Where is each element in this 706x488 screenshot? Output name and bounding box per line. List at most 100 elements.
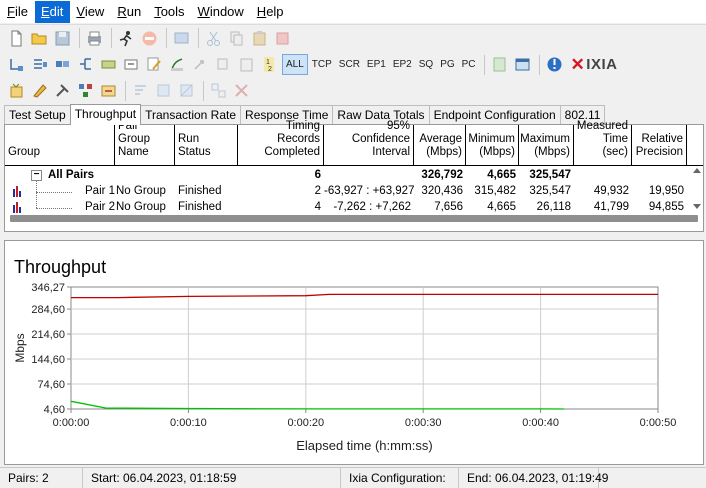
save-icon[interactable] xyxy=(52,28,73,49)
menu-view[interactable]: View xyxy=(70,1,111,23)
print-icon[interactable] xyxy=(84,28,105,49)
new-script-icon[interactable] xyxy=(6,80,27,101)
collapse-icon[interactable]: − xyxy=(31,170,42,181)
move-icon[interactable] xyxy=(190,54,211,75)
export-icon[interactable] xyxy=(489,54,510,75)
col-run-status[interactable]: Run Status xyxy=(175,125,238,166)
monitor-icon[interactable] xyxy=(171,28,192,49)
one-two-icon[interactable]: 12 xyxy=(259,54,280,75)
scroll-up-icon[interactable] xyxy=(693,168,701,173)
menu-edit[interactable]: Edit xyxy=(34,0,71,23)
edit-pair-icon[interactable] xyxy=(121,54,142,75)
menu-file[interactable]: File xyxy=(1,1,35,23)
scroll-down-icon[interactable] xyxy=(693,204,701,209)
menu-label: indow xyxy=(209,3,244,19)
col-measured-time[interactable]: Measured Time (sec) xyxy=(574,120,632,166)
network-icon[interactable] xyxy=(75,54,96,75)
layout-icon[interactable] xyxy=(208,80,229,101)
run-icon[interactable] xyxy=(116,28,137,49)
filter-sq-button[interactable]: SQ xyxy=(416,54,436,75)
menu-bar: File Edit View Run Tools Window Help xyxy=(0,0,706,23)
col-minimum[interactable]: Minimum (Mbps) xyxy=(466,125,519,166)
all-pairs-average: 326,792 xyxy=(421,169,463,181)
toolbar-pairs: 12 ALL TCP SCR EP1 EP2 SQ PG PC ✕ IXIA xyxy=(0,51,706,78)
toolbar-separator xyxy=(79,28,80,48)
pair-status: Finished xyxy=(178,185,222,197)
pair-chart-icon xyxy=(13,202,21,213)
col-pair-group-name[interactable]: Pair Group Name xyxy=(115,120,175,166)
pair-confidence: -63,927 : +63,927 xyxy=(324,185,415,197)
filter-pc-button[interactable]: PC xyxy=(459,54,479,75)
copy-pair-icon[interactable] xyxy=(213,54,234,75)
table-row[interactable]: Pair 2 No Group Finished 4 -7,262 : +7,2… xyxy=(5,200,703,216)
svg-text:1: 1 xyxy=(266,59,270,66)
stop-icon[interactable] xyxy=(139,28,160,49)
filter-pg-button[interactable]: PG xyxy=(437,54,457,75)
menu-run[interactable]: Run xyxy=(111,1,148,23)
col-relative-precision[interactable]: Relative Precision xyxy=(632,125,687,166)
col-timing-records[interactable]: Timing Records Completed xyxy=(238,120,324,166)
add-multicast-icon[interactable] xyxy=(29,54,50,75)
y-tick-label: 214,60 xyxy=(31,329,65,341)
copy-icon[interactable] xyxy=(226,28,247,49)
edit-script-icon[interactable] xyxy=(29,80,50,101)
col-confidence[interactable]: 95% Confidence Interval xyxy=(324,120,414,166)
throughput-chart-panel: Throughput 4,60 74,60 144,60 214,60 284,60 34… xyxy=(4,240,704,465)
y-tick-label: 4,60 xyxy=(44,404,65,416)
add-pair-group-icon[interactable] xyxy=(52,54,73,75)
network-tree-icon[interactable] xyxy=(75,80,96,101)
col-average-label: Average (Mbps) xyxy=(419,133,462,158)
all-pairs-row[interactable]: − All Pairs 6 326,792 4,665 325,547 xyxy=(5,168,703,184)
y-tick-label: 346,27 xyxy=(31,282,65,294)
grid-header: Group Pair Group Name Run Status Timing … xyxy=(5,120,703,166)
tab-endpoint-configuration[interactable]: Endpoint Configuration xyxy=(428,105,561,125)
tab-test-setup[interactable]: Test Setup xyxy=(4,105,71,125)
pair-average: 320,436 xyxy=(421,185,463,197)
menu-accelerator: H xyxy=(256,3,267,19)
clipboard-icon[interactable] xyxy=(236,54,257,75)
menu-tools[interactable]: Tools xyxy=(148,1,191,23)
edit-pencil-icon[interactable] xyxy=(144,54,165,75)
pair-minimum: 4,665 xyxy=(487,201,516,213)
toolbar-separator xyxy=(125,80,126,101)
new-icon[interactable] xyxy=(6,28,27,49)
table-row[interactable]: Pair 1 No Group Finished 2 -63,927 : +63… xyxy=(5,184,703,200)
add-pair-icon[interactable] xyxy=(6,54,27,75)
sort-icon[interactable] xyxy=(130,80,151,101)
filter-all-button[interactable]: ALL xyxy=(282,54,308,75)
group-icon[interactable] xyxy=(153,80,174,101)
menu-label: ools xyxy=(160,3,185,19)
horizontal-scrollbar[interactable] xyxy=(10,215,698,222)
pair-minimum: 315,482 xyxy=(474,185,516,197)
filter-ep2-button[interactable]: EP2 xyxy=(390,54,415,75)
col-group[interactable]: Group xyxy=(5,125,115,166)
info-icon[interactable] xyxy=(544,54,565,75)
x-tick-label: 0:00:30 xyxy=(405,417,442,429)
script-icon[interactable] xyxy=(167,54,188,75)
paste-icon[interactable] xyxy=(249,28,270,49)
col-run-status-label: Run Status xyxy=(178,133,211,158)
open-folder-icon[interactable] xyxy=(29,28,50,49)
ungroup-icon[interactable] xyxy=(176,80,197,101)
cut-icon[interactable] xyxy=(203,28,224,49)
pair-maximum: 325,547 xyxy=(529,185,571,197)
tab-throughput[interactable]: Throughput xyxy=(69,104,142,125)
menu-window[interactable]: Window xyxy=(192,1,251,23)
menu-label: un xyxy=(126,3,142,19)
filter-tcp-button[interactable]: TCP xyxy=(309,54,335,75)
hardware-icon[interactable] xyxy=(98,54,119,75)
col-maximum[interactable]: Maximum (Mbps) xyxy=(519,125,574,166)
menu-label: elp xyxy=(266,3,284,19)
filter-scr-button[interactable]: SCR xyxy=(336,54,363,75)
status-ixia-config: Ixia Configuration: xyxy=(341,467,459,488)
wizard-icon[interactable] xyxy=(98,80,119,101)
window-icon[interactable] xyxy=(512,54,533,75)
delete-pair-icon[interactable] xyxy=(231,80,252,101)
filter-ep1-button[interactable]: EP1 xyxy=(364,54,389,75)
menu-help[interactable]: Help xyxy=(251,1,291,23)
tools-icon[interactable] xyxy=(52,80,73,101)
menu-accelerator: E xyxy=(40,3,50,19)
col-average[interactable]: Average (Mbps) xyxy=(414,125,466,166)
x-tick-label: 0:00:40 xyxy=(522,417,559,429)
delete-icon[interactable] xyxy=(272,28,293,49)
